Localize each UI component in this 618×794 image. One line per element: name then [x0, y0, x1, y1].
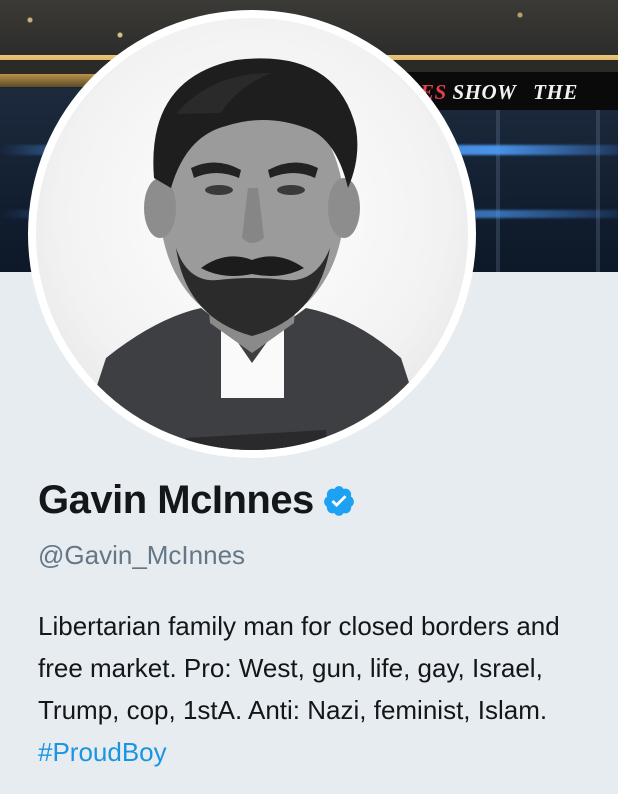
avatar[interactable] [36, 18, 468, 450]
profile-name[interactable]: Gavin McInnes [38, 478, 314, 523]
bio-hashtag-link[interactable]: #ProudBoy [38, 737, 167, 767]
profile-bio-text: Libertarian family man for closed border… [38, 611, 560, 725]
banner-show-sign-text: ES SHOW THE [420, 80, 578, 105]
avatar-portrait [76, 58, 431, 450]
banner-sign-label: SHOW THE [446, 80, 578, 104]
profile-bio: Libertarian family man for closed border… [38, 605, 603, 773]
profile-name-row: Gavin McInnes [38, 478, 356, 523]
profile-handle[interactable]: @Gavin_McInnes [38, 540, 245, 571]
verified-badge-icon [323, 485, 354, 516]
